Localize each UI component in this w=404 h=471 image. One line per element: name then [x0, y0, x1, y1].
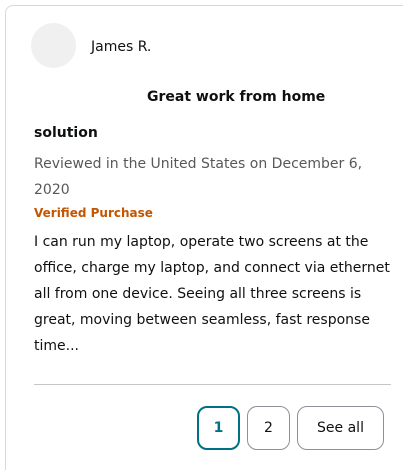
- review-title[interactable]: Great work from home: [147, 86, 325, 108]
- divider: [34, 384, 391, 385]
- page-1-button[interactable]: 1: [197, 406, 240, 450]
- verified-purchase-badge: Verified Purchase: [34, 206, 153, 220]
- review-date: Reviewed in the United States on Decembe…: [34, 156, 363, 198]
- reviewer-name: James R.: [91, 39, 152, 55]
- avatar: [31, 23, 76, 68]
- review-body: I can run my laptop, operate two screens…: [34, 234, 390, 354]
- page-2-button[interactable]: 2: [247, 406, 290, 450]
- see-all-button[interactable]: See all: [297, 406, 384, 450]
- review-title-continuation[interactable]: solution: [34, 122, 98, 144]
